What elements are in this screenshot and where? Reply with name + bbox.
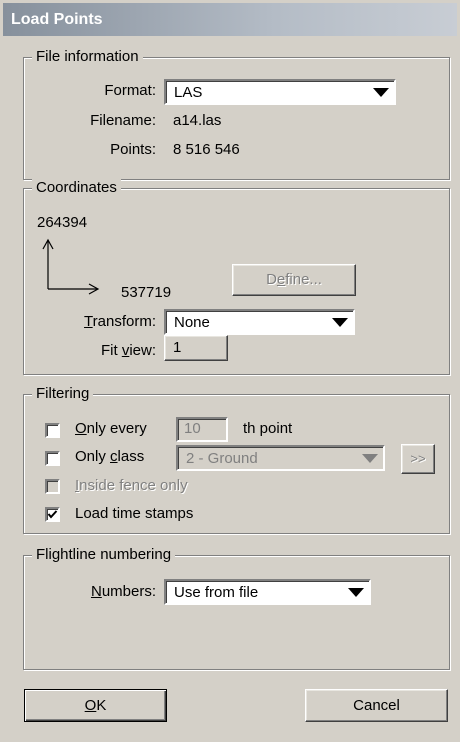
load-time-stamps-label[interactable]: Load time stamps <box>75 505 193 522</box>
flightline-numbering-group: Flightline numbering <box>23 546 450 670</box>
inside-fence-label[interactable]: Inside fence only <box>75 477 188 494</box>
define-button[interactable]: Define... <box>232 264 356 296</box>
only-class-post: lass <box>117 448 145 465</box>
define-label-pre: D <box>266 271 277 288</box>
numbers-mnemonic: N <box>90 583 102 600</box>
y-coordinate-value: 264394 <box>37 214 88 231</box>
chevron-down-icon[interactable] <box>362 454 378 463</box>
define-label-post: fine... <box>285 271 322 288</box>
format-value: LAS <box>174 84 203 101</box>
only-class-checkbox[interactable] <box>45 451 60 466</box>
x-coordinate-value: 537719 <box>121 284 172 301</box>
only-class-label[interactable]: Only class <box>75 448 144 465</box>
ok-button[interactable]: OK <box>24 689 167 722</box>
only-every-mnemonic: O <box>75 420 87 437</box>
only-every-label[interactable]: Only every <box>75 420 147 437</box>
chevron-down-icon[interactable] <box>373 88 389 97</box>
format-label: Format: <box>104 82 156 99</box>
points-value: 8 516 546 <box>173 141 240 158</box>
transform-label-mnemonic: T <box>84 313 93 330</box>
fit-view-value: 1 <box>173 339 182 356</box>
fit-view-label-pre: Fit <box>100 342 122 359</box>
fit-view-label-post: iew: <box>129 342 156 359</box>
ok-rest: K <box>96 697 107 714</box>
only-every-rest: nly every <box>86 420 147 437</box>
ok-mnemonic: O <box>84 697 97 714</box>
transform-label-rest: ransform: <box>92 313 156 330</box>
points-label: Points: <box>110 141 156 158</box>
checkmark-icon <box>47 510 58 519</box>
fit-view-label: Fit view: <box>60 342 156 359</box>
only-class-pre: Only <box>75 448 111 465</box>
filename-value: a14.las <box>173 112 222 129</box>
chevron-down-icon[interactable] <box>348 588 364 597</box>
load-time-stamps-checkbox[interactable] <box>45 507 60 522</box>
cancel-button[interactable]: Cancel <box>305 689 448 722</box>
numbers-dropdown[interactable]: Use from file <box>164 579 371 605</box>
only-every-checkbox[interactable] <box>45 423 60 438</box>
flightline-numbering-legend: Flightline numbering <box>32 546 176 564</box>
th-point-label: th point <box>243 420 293 437</box>
define-label-mnemonic: e <box>276 271 286 288</box>
window-title: Load Points <box>11 11 103 28</box>
numbers-rest: umbers: <box>101 583 156 600</box>
class-more-label: >> <box>410 451 426 466</box>
inside-fence-checkbox[interactable] <box>45 479 60 494</box>
format-dropdown[interactable]: LAS <box>164 79 396 105</box>
class-dropdown[interactable]: 2 - Ground <box>176 445 385 471</box>
fit-view-button[interactable]: 1 <box>164 335 228 361</box>
file-information-legend: File information <box>32 48 143 66</box>
chevron-down-icon[interactable] <box>332 318 348 327</box>
transform-value: None <box>174 314 210 331</box>
numbers-value: Use from file <box>174 584 259 601</box>
title-bar: Load Points <box>3 3 457 36</box>
only-class-mnemonic: c <box>110 448 118 465</box>
transform-dropdown[interactable]: None <box>164 309 355 335</box>
inside-fence-rest: nside fence only <box>79 477 188 494</box>
class-more-button[interactable]: >> <box>401 444 435 474</box>
numbers-label: Numbers: <box>60 583 156 600</box>
class-value: 2 - Ground <box>186 450 258 467</box>
only-every-input[interactable]: 10 <box>176 417 228 442</box>
coordinates-legend: Coordinates <box>32 179 121 197</box>
axes-icon <box>42 238 100 295</box>
filtering-legend: Filtering <box>32 385 94 403</box>
transform-label: Transform: <box>60 313 156 330</box>
filename-label: Filename: <box>90 112 156 129</box>
